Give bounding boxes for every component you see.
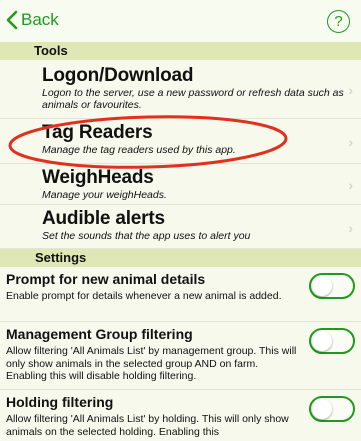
tool-title: Tag Readers [42,122,153,143]
help-button[interactable]: ? [327,10,350,33]
setting-management-group-filtering: Management Group filtering Allow filteri… [0,322,361,390]
chevron-right-icon: › [348,177,353,193]
section-header-tools: Tools [0,42,361,60]
chevron-left-icon [6,10,18,30]
back-label: Back [21,10,59,29]
management-group-filtering-toggle[interactable] [309,328,355,354]
prompt-new-animal-toggle[interactable] [309,273,355,299]
setting-description: Enable prompt for details whenever a new… [6,290,282,302]
tool-description: Manage your weighHeads. [42,189,167,201]
setting-description: Allow filtering 'All Animals List' by ho… [6,413,289,438]
tool-title: Audible alerts [42,208,165,229]
setting-description: Allow filtering 'All Animals List' by ma… [6,345,297,382]
tool-item-weighheads[interactable]: WeighHeads Manage your weighHeads. › [0,164,361,205]
setting-holding-filtering: Holding filtering Allow filtering 'All A… [0,390,361,440]
tool-description: Manage the tag readers used by this app. [42,144,236,156]
setting-title: Holding filtering [6,394,114,410]
setting-title: Management Group filtering [6,326,193,342]
setting-prompt-new-animal: Prompt for new animal details Enable pro… [0,267,361,322]
tool-item-tag-readers[interactable]: Tag Readers Manage the tag readers used … [0,119,361,164]
tool-description: Set the sounds that the app uses to aler… [42,230,251,242]
holding-filtering-toggle[interactable] [309,396,355,422]
toggle-knob [312,399,332,419]
question-icon: ? [334,13,343,30]
toggle-knob [312,331,332,351]
tool-description: Logon to the server, use a new password … [42,87,344,111]
chevron-right-icon: › [348,82,353,98]
chevron-right-icon: › [348,134,353,150]
navbar: Back ? [0,0,361,42]
back-button[interactable]: Back [6,10,59,30]
chevron-right-icon: › [348,219,353,236]
tool-title: WeighHeads [42,167,154,188]
tool-item-logon-download[interactable]: Logon/Download Logon to the server, use … [0,60,361,119]
setting-title: Prompt for new animal details [6,271,206,287]
toggle-knob [312,276,332,296]
tool-item-audible-alerts[interactable]: Audible alerts Set the sounds that the a… [0,205,361,249]
tool-title: Logon/Download [42,65,194,86]
section-header-settings: Settings [0,249,361,267]
